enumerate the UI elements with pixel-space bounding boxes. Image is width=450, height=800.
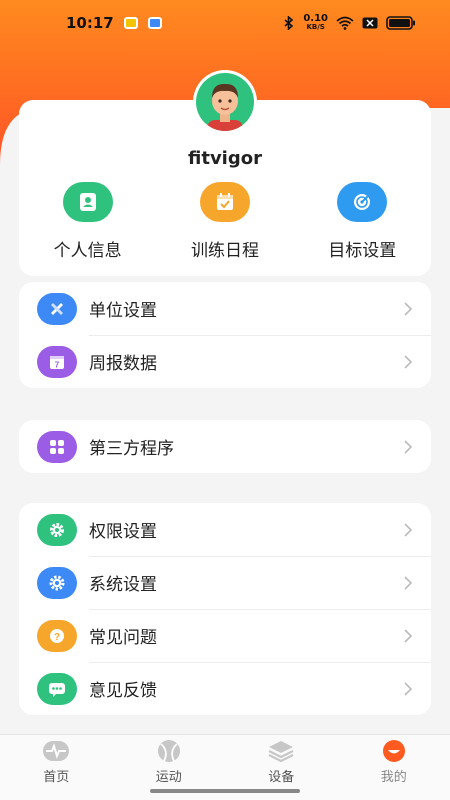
list-item-label: 单位设置: [89, 301, 157, 321]
quick-action-training-schedule[interactable]: 训练日程: [165, 182, 285, 262]
gear-icon: [37, 513, 77, 546]
tab-label: 我的: [380, 770, 407, 785]
tab-mine[interactable]: 我的: [354, 739, 434, 800]
network-speed: 0.10 KB/S: [303, 14, 328, 32]
quick-actions: 个人信息 训练日程 目标设置: [19, 182, 431, 262]
list-item-unit-settings[interactable]: 单位设置: [19, 282, 431, 335]
tab-label: 设备: [268, 770, 295, 785]
list-item-label: 周报数据: [89, 354, 157, 374]
chevron-right-icon: [404, 301, 413, 316]
calendar-check-icon: [199, 182, 250, 222]
tab-label: 首页: [43, 770, 70, 785]
chevron-right-icon: [404, 575, 413, 590]
settings-group-1: 单位设置 7 周报数据: [19, 282, 431, 388]
quick-action-label: 个人信息: [53, 241, 122, 261]
list-item-label: 第三方程序: [89, 439, 174, 459]
ruler-pencil-icon: [37, 292, 77, 325]
list-item-permission-settings[interactable]: 权限设置: [19, 503, 431, 556]
target-icon: [337, 182, 388, 222]
notification-app-icon: [123, 17, 138, 29]
battery-icon: [386, 16, 415, 30]
settings-icon: [37, 566, 77, 599]
svg-text:7: 7: [55, 360, 60, 369]
quick-action-personal-info[interactable]: 个人信息: [28, 182, 148, 262]
sim-off-icon: [362, 17, 378, 29]
quick-action-goal-setting[interactable]: 目标设置: [302, 182, 422, 262]
list-item-label: 常见问题: [89, 628, 157, 648]
settings-group-3: 权限设置 系统设置 ? 常见问题 意见反馈: [19, 503, 431, 715]
network-speed-value: 0.10: [303, 13, 328, 24]
layers-icon: [267, 739, 295, 763]
notification-cloud-icon: [147, 17, 162, 29]
heartbeat-icon: [42, 739, 70, 763]
tab-home[interactable]: 首页: [16, 739, 96, 800]
list-item-label: 权限设置: [89, 522, 157, 542]
list-item-faq[interactable]: ? 常见问题: [19, 609, 431, 662]
quick-action-label: 训练日程: [190, 241, 259, 261]
id-card-icon: [62, 182, 113, 222]
username: fitvigor: [188, 148, 262, 169]
list-item-weekly-report[interactable]: 7 周报数据: [19, 335, 431, 388]
quick-action-label: 目标设置: [328, 241, 397, 261]
list-item-system-settings[interactable]: 系统设置: [19, 556, 431, 609]
list-item-feedback[interactable]: 意见反馈: [19, 662, 431, 715]
list-item-third-party-apps[interactable]: 第三方程序: [19, 420, 431, 473]
list-item-label: 意见反馈: [89, 681, 157, 701]
chevron-right-icon: [404, 628, 413, 643]
chevron-right-icon: [404, 439, 413, 454]
status-time: 10:17: [66, 14, 114, 32]
chat-icon: [37, 672, 77, 705]
tab-label: 运动: [155, 770, 182, 785]
chevron-right-icon: [404, 354, 413, 369]
question-icon: ?: [37, 619, 77, 652]
calendar-7-icon: 7: [37, 345, 77, 378]
chevron-right-icon: [404, 522, 413, 537]
wifi-icon: [336, 16, 354, 30]
settings-group-2: 第三方程序: [19, 420, 431, 473]
apps-grid-icon: [37, 430, 77, 463]
bluetooth-icon: [284, 16, 294, 30]
home-indicator[interactable]: [150, 789, 300, 793]
avatar[interactable]: [185, 70, 265, 134]
profile-icon: [380, 739, 408, 763]
network-speed-unit: KB/S: [306, 23, 325, 31]
status-bar: 10:17 0.10 KB/S: [0, 0, 450, 46]
chevron-right-icon: [404, 681, 413, 696]
ball-icon: [155, 739, 183, 763]
svg-text:?: ?: [54, 632, 60, 643]
list-item-label: 系统设置: [89, 575, 157, 595]
